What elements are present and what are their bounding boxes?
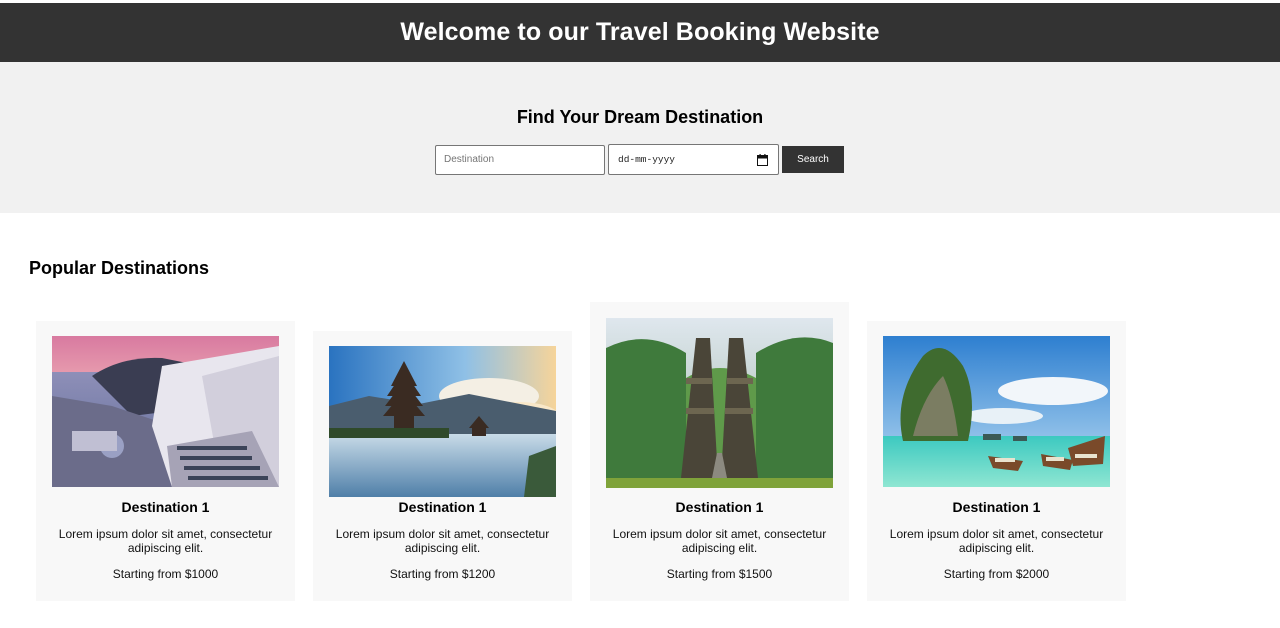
destination-name: Destination 1 bbox=[952, 499, 1041, 515]
destination-description: Lorem ipsum dolor sit amet, consectetur … bbox=[889, 527, 1104, 555]
lake-temple-pagoda-photo bbox=[329, 346, 556, 497]
destination-description: Lorem ipsum dolor sit amet, consectetur … bbox=[612, 527, 827, 555]
destination-name: Destination 1 bbox=[121, 499, 210, 515]
destination-name: Destination 1 bbox=[675, 499, 764, 515]
greek-island-cliff-village-photo bbox=[52, 336, 279, 487]
site-header: Welcome to our Travel Booking Website bbox=[0, 3, 1280, 62]
destination-price: Starting from $1200 bbox=[389, 567, 496, 581]
destination-photo bbox=[883, 336, 1110, 487]
search-heading: Find Your Dream Destination bbox=[516, 107, 764, 127]
destination-name: Destination 1 bbox=[398, 499, 487, 515]
search-section: Find Your Dream Destination dd-mm-yyyy S… bbox=[0, 62, 1280, 213]
search-form: dd-mm-yyyy Search bbox=[435, 144, 844, 175]
destination-card[interactable]: Destination 1 Lorem ipsum dolor sit amet… bbox=[867, 321, 1126, 601]
date-input[interactable]: dd-mm-yyyy bbox=[608, 144, 779, 175]
destination-description: Lorem ipsum dolor sit amet, consectetur … bbox=[58, 527, 273, 555]
destination-price: Starting from $2000 bbox=[943, 567, 1050, 581]
destination-card[interactable]: Destination 1 Lorem ipsum dolor sit amet… bbox=[36, 321, 295, 601]
search-button[interactable]: Search bbox=[782, 146, 844, 173]
destination-card[interactable]: Destination 1 Lorem ipsum dolor sit amet… bbox=[313, 331, 572, 601]
site-title: Welcome to our Travel Booking Website bbox=[400, 18, 880, 46]
destination-description: Lorem ipsum dolor sit amet, consectetur … bbox=[335, 527, 550, 555]
popular-destinations-title: Popular Destinations bbox=[29, 258, 210, 278]
destination-price: Starting from $1000 bbox=[112, 567, 219, 581]
destination-photo bbox=[52, 336, 279, 487]
calendar-icon[interactable] bbox=[757, 154, 768, 166]
date-placeholder: dd-mm-yyyy bbox=[618, 154, 676, 165]
destination-card[interactable]: Destination 1 Lorem ipsum dolor sit amet… bbox=[590, 302, 849, 601]
jungle-temple-gate-photo bbox=[606, 318, 833, 488]
destination-price: Starting from $1500 bbox=[666, 567, 773, 581]
destination-photo bbox=[606, 318, 833, 488]
rock-island-longtail-boats-photo bbox=[883, 336, 1110, 487]
destination-input[interactable] bbox=[435, 144, 605, 175]
destination-photo bbox=[329, 346, 556, 497]
